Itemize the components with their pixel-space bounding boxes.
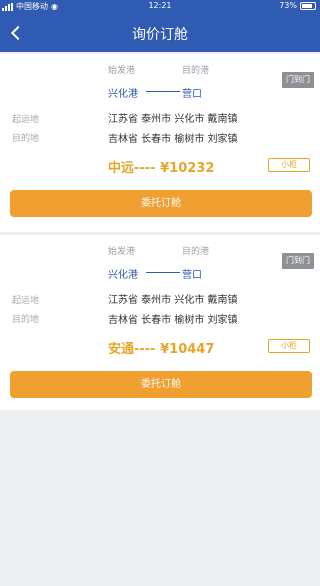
from-address: 江苏省 泰州市 兴化市 戴南镇 [108,295,238,306]
quote-card: 始发港 目的港 兴化港 营口 门到门 起运地 江苏省 泰州市 兴化市 戴南镇 目… [0,235,320,410]
destination-port: 营口 [182,270,202,281]
origin-port: 兴化港 [108,270,138,281]
container-size-badge: 小柜 [268,339,310,353]
destination-port: 营口 [182,89,202,100]
status-time: 12:21 [148,1,172,10]
battery-icon [300,1,316,10]
container-size-badge: 小柜 [268,158,310,172]
from-address: 江苏省 泰州市 兴化市 戴南镇 [108,114,238,125]
origin-port-heading: 始发港 [108,66,136,76]
book-order-button[interactable]: 委托订舱 [10,371,312,398]
route-line [146,272,180,273]
page-title: 询价订舱 [132,27,188,43]
app-header: 中国移动 ◉ 12:21 73% 询价订舱 [0,0,320,52]
from-label: 起运地 [12,115,40,125]
status-bar: 中国移动 ◉ 12:21 73% [0,0,320,14]
from-label: 起运地 [12,296,40,306]
destination-port-heading: 目的港 [182,247,210,257]
origin-port: 兴化港 [108,89,138,100]
carrier-price: 中远---- ¥10232 [108,161,215,176]
service-type-badge: 门到门 [282,253,314,269]
service-type-badge: 门到门 [282,72,314,88]
route-line [146,91,180,92]
to-address: 吉林省 长春市 榆树市 刘家镇 [108,134,238,145]
to-address: 吉林省 长春市 榆树市 刘家镇 [108,315,238,326]
book-order-button[interactable]: 委托订舱 [10,190,312,217]
quote-card: 始发港 目的港 兴化港 营口 门到门 起运地 江苏省 泰州市 兴化市 戴南镇 目… [0,54,320,232]
battery-percent: 73% [279,1,297,10]
to-label: 目的地 [12,134,40,144]
carrier-price: 安通---- ¥10447 [108,342,215,357]
destination-port-heading: 目的港 [182,66,210,76]
to-label: 目的地 [12,315,40,325]
origin-port-heading: 始发港 [108,247,136,257]
